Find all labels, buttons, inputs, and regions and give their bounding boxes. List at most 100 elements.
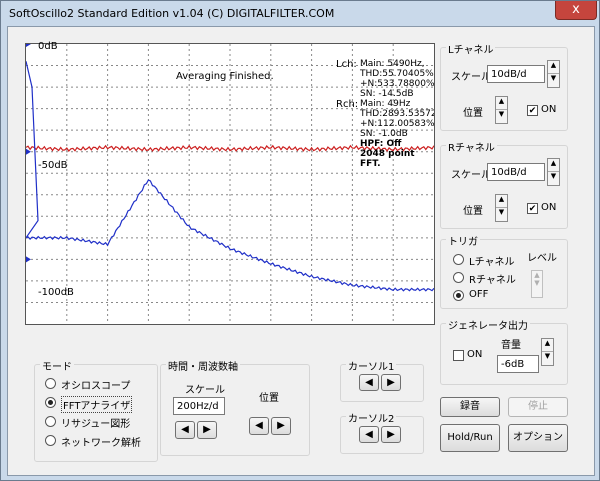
fft-points: 2048 point FFT. (360, 149, 415, 169)
mode-group: モード オシロスコープ FFTアナライザ リサジュー図形 ネットワーク解析 (34, 358, 158, 462)
rch-readout: Main: 49Hz THD:2893.53572 +N:112.00583% … (360, 99, 434, 169)
timefreq-pos-label: 位置 (259, 393, 279, 404)
rch-scale-field[interactable]: 10dB/d (487, 163, 545, 181)
trigger-option-lch[interactable]: Lチャネル (469, 253, 514, 268)
window-title: SoftOscillo2 Standard Edition v1.04 (C) … (9, 7, 335, 20)
lch-scale-field[interactable]: 10dB/d (487, 65, 545, 83)
lch-scale-down-icon[interactable]: ▼ (548, 74, 559, 87)
timefreq-group: 時間・周波数軸 スケール 200Hz/d ◀ ▶ 位置 ◀ ▶ (160, 358, 310, 456)
rch-scale-label: スケール (451, 170, 491, 181)
cursor1-group-title: カーソル1 (346, 358, 397, 373)
timefreq-scale-label: スケール (185, 385, 225, 396)
cursor1-left-button[interactable]: ◀ (359, 374, 379, 391)
cursor1-group: カーソル1 ◀ ▶ (340, 358, 424, 402)
title-bar[interactable]: SoftOscillo2 Standard Edition v1.04 (C) … (1, 1, 599, 27)
timefreq-group-title: 時間・周波数軸 (166, 358, 240, 373)
lch-pos-up-icon[interactable]: ▲ (496, 97, 507, 110)
hold-run-button[interactable]: Hold/Run (440, 424, 500, 452)
hpf-status: HPF: Off (360, 139, 402, 149)
trigger-radio-off[interactable] (453, 290, 464, 301)
generator-volume-spinner[interactable]: ▲ ▼ (541, 338, 554, 366)
rch-group-title: Rチャネル (446, 139, 497, 154)
generator-volume-down-icon[interactable]: ▼ (542, 352, 553, 365)
lch-scale-up-icon[interactable]: ▲ (548, 61, 559, 74)
generator-group-title: ジェネレータ出力 (446, 317, 530, 332)
lch-thdn: +N:533.78800% (360, 79, 435, 89)
trigger-level-down-icon[interactable]: ▼ (532, 279, 542, 287)
trigger-level-label: レベル (527, 253, 557, 264)
generator-on-label: ON (467, 349, 483, 360)
mode-option-lissajous[interactable]: リサジュー図形 (61, 415, 130, 430)
mode-option-fft[interactable]: FFTアナライザ (61, 396, 133, 413)
stop-button[interactable]: 停止 (508, 397, 568, 417)
generator-on-checkbox[interactable] (453, 350, 464, 361)
timefreq-scale-field[interactable]: 200Hz/d (173, 397, 225, 415)
rch-thdn: +N:112.00583% (360, 119, 434, 129)
mode-radio-network[interactable] (45, 435, 56, 446)
lch-thd: THD:55.70405% (360, 69, 434, 79)
generator-volume-up-icon[interactable]: ▲ (542, 339, 553, 352)
trigger-group-title: トリガ (446, 233, 480, 248)
options-button[interactable]: オプション (508, 424, 568, 452)
mode-radio-fft[interactable] (45, 397, 56, 408)
cursor2-group-title: カーソル2 (346, 410, 397, 425)
y-tick-marker (26, 256, 31, 263)
mode-radio-lissajous[interactable] (45, 416, 56, 427)
rch-scale-spinner[interactable]: ▲ ▼ (547, 158, 560, 186)
rch-scale-down-icon[interactable]: ▼ (548, 172, 559, 185)
rch-pos-up-icon[interactable]: ▲ (496, 195, 507, 208)
mode-radio-oscilloscope[interactable] (45, 378, 56, 389)
cursor1-right-button[interactable]: ▶ (381, 374, 401, 391)
rch-pos-spinner[interactable]: ▲ ▼ (495, 194, 508, 222)
rch-scale-up-icon[interactable]: ▲ (548, 159, 559, 172)
timefreq-pos-right-button[interactable]: ▶ (271, 417, 291, 435)
timefreq-scale-right-button[interactable]: ▶ (197, 421, 217, 439)
generator-volume-label: 音量 (501, 340, 521, 351)
cursor2-left-button[interactable]: ◀ (359, 426, 379, 443)
lch-readout: Main: 5490Hz, THD:55.70405% +N:533.78800… (360, 59, 435, 99)
lch-main: Main: 5490Hz, (360, 59, 425, 69)
y-tick-label-0: 0dB (38, 41, 58, 52)
generator-volume-field[interactable]: -6dB (497, 355, 539, 373)
rch-sn: SN: -1.0dB (360, 129, 408, 139)
lch-pos-spinner[interactable]: ▲ ▼ (495, 96, 508, 124)
lch-pos-label: 位置 (463, 108, 483, 119)
spectrum-plot: 0dB -50dB -100dB Averaging Finished. Lch… (25, 41, 435, 325)
lch-pos-down-icon[interactable]: ▼ (496, 110, 507, 123)
rch-main: Main: 49Hz (360, 99, 411, 109)
mode-option-network[interactable]: ネットワーク解析 (61, 434, 141, 449)
record-button[interactable]: 録音 (440, 397, 500, 417)
trigger-level-slider[interactable]: ▲ ▼ (531, 270, 543, 298)
rch-on-checkbox[interactable]: ✔ (527, 203, 538, 214)
lch-on-checkbox[interactable]: ✔ (527, 105, 538, 116)
rch-pos-down-icon[interactable]: ▼ (496, 208, 507, 221)
close-button[interactable]: x (555, 1, 597, 20)
rch-thd: THD:2893.53572 (360, 109, 434, 119)
timefreq-pos-left-button[interactable]: ◀ (249, 417, 269, 435)
rch-label: Rch: (336, 99, 359, 110)
trigger-option-rch[interactable]: Rチャネル (469, 271, 516, 286)
lch-scale-label: スケール (451, 72, 491, 83)
rch-pos-label: 位置 (463, 206, 483, 217)
generator-group: ジェネレータ出力 ON 音量 -6dB ▲ ▼ (440, 317, 568, 385)
lch-scale-spinner[interactable]: ▲ ▼ (547, 60, 560, 88)
timefreq-scale-left-button[interactable]: ◀ (175, 421, 195, 439)
lch-group-title: Lチャネル (446, 41, 496, 56)
trigger-group: トリガ Lチャネル Rチャネル OFF レベル ▲ ▼ (440, 233, 568, 309)
trigger-radio-lch[interactable] (453, 254, 464, 265)
trigger-level-up-icon[interactable]: ▲ (532, 271, 542, 279)
lch-on-label: ON (541, 104, 557, 115)
y-tick-markers (26, 44, 31, 263)
status-text: Averaging Finished. (176, 71, 274, 82)
client-area: 0dB -50dB -100dB Averaging Finished. Lch… (7, 26, 595, 476)
rch-group: Rチャネル スケール 10dB/d ▲ ▼ 位置 ▲ ▼ ✔ ON (440, 139, 568, 229)
cursor2-group: カーソル2 ◀ ▶ (340, 410, 424, 454)
y-tick-label-minus100: -100dB (38, 287, 74, 298)
trigger-radio-rch[interactable] (453, 272, 464, 283)
y-tick-marker (26, 44, 31, 47)
mode-option-oscilloscope[interactable]: オシロスコープ (61, 377, 130, 392)
cursor2-right-button[interactable]: ▶ (381, 426, 401, 443)
trigger-option-off[interactable]: OFF (469, 289, 488, 300)
rch-on-label: ON (541, 202, 557, 213)
lch-sn: SN: -14.5dB (360, 89, 414, 99)
